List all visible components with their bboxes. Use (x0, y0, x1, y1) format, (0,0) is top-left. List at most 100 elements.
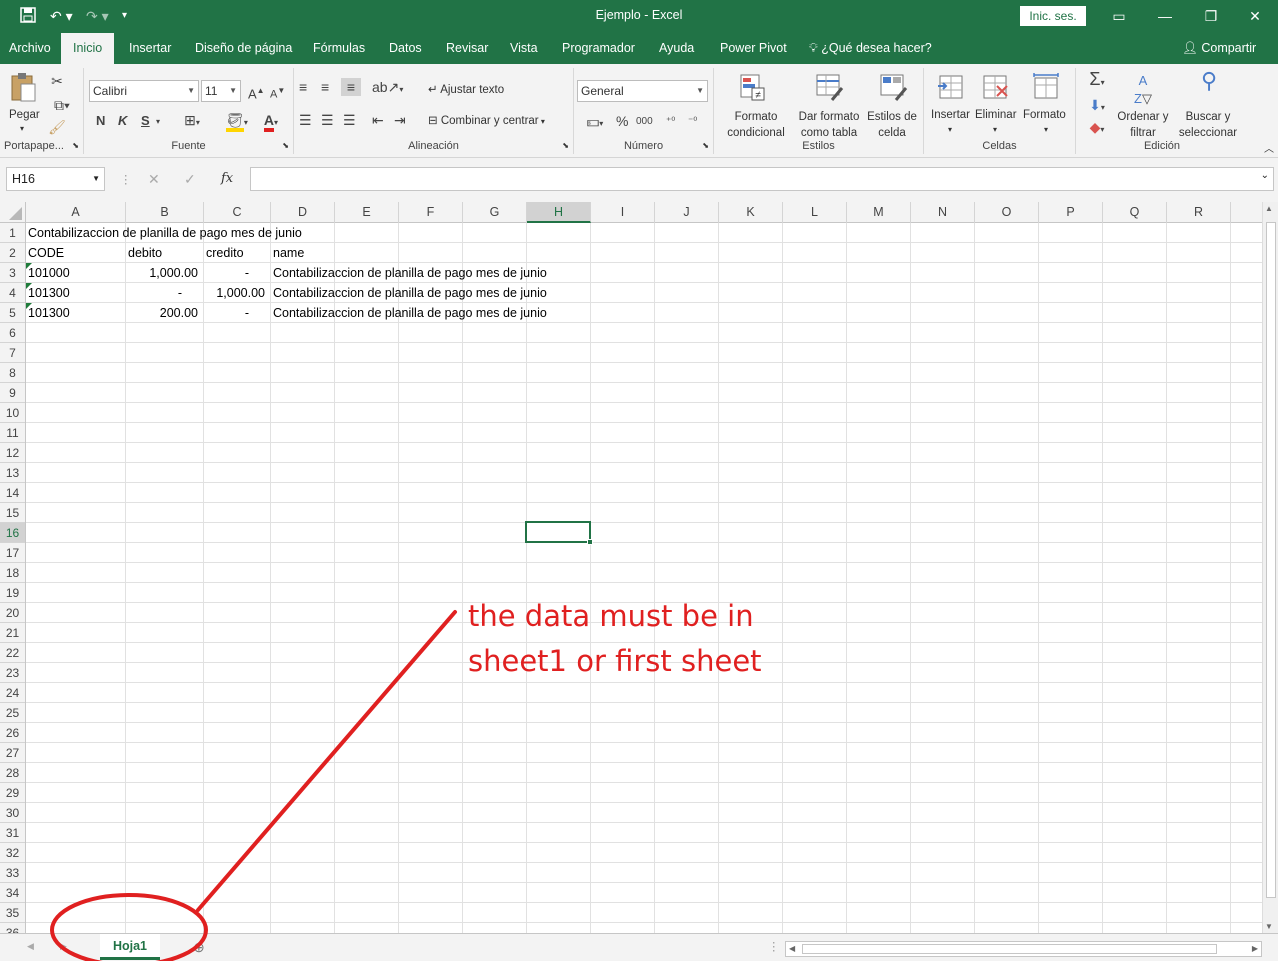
cell-a1[interactable]: Contabilizaccion de planilla de pago mes… (26, 223, 304, 243)
expand-formula-icon[interactable]: ⌄ (1261, 170, 1269, 181)
align-left-icon[interactable]: ☰ (299, 111, 312, 129)
format-cells-icon[interactable] (1031, 72, 1061, 102)
row-header-5[interactable]: 5 (0, 303, 25, 323)
row-header-35[interactable]: 35 (0, 903, 25, 923)
column-header-i[interactable]: I (591, 202, 655, 223)
align-bottom-icon[interactable]: ≡ (341, 78, 361, 96)
underline-dropdown-icon[interactable]: ▾ (156, 113, 160, 131)
row-header-3[interactable]: 3 (0, 263, 25, 283)
cell-b3[interactable]: 1,000.00 (126, 263, 204, 283)
cell-a3[interactable]: 101000 (26, 263, 72, 283)
align-middle-icon[interactable]: ≡ (321, 78, 329, 96)
row-header-11[interactable]: 11 (0, 423, 25, 443)
format-as-table-icon[interactable] (814, 72, 844, 102)
column-header-o[interactable]: O (975, 202, 1039, 223)
scroll-right-icon[interactable]: ▶ (1252, 944, 1258, 953)
cell-c4[interactable]: 1,000.00 (204, 283, 271, 303)
column-header-q[interactable]: Q (1103, 202, 1167, 223)
cell-d5[interactable]: Contabilizaccion de planilla de pago mes… (271, 303, 549, 323)
clear-icon[interactable]: ◆▾ (1082, 118, 1112, 139)
copy-icon[interactable]: ⧉▾ (48, 96, 76, 114)
find-select-button[interactable]: Buscar y seleccionar (1172, 109, 1244, 141)
column-header-j[interactable]: J (655, 202, 719, 223)
select-all-button[interactable] (0, 202, 26, 223)
cell-b4[interactable]: - (126, 283, 204, 303)
cell-styles-icon[interactable] (878, 72, 908, 102)
insert-cells-button[interactable]: Insertar (931, 109, 970, 121)
dialog-launcher-icon[interactable]: ⬊ (702, 141, 709, 150)
row-header-4[interactable]: 4 (0, 283, 25, 303)
italic-button[interactable]: K (118, 112, 127, 130)
increase-font-icon[interactable]: A▲ (248, 82, 265, 103)
ribbon-display-icon[interactable]: ▭ (1096, 0, 1142, 33)
delete-cells-button[interactable]: Eliminar (975, 109, 1017, 121)
row-header-29[interactable]: 29 (0, 783, 25, 803)
row-header-22[interactable]: 22 (0, 643, 25, 663)
formula-input[interactable]: ⌄ (250, 167, 1274, 191)
row-header-15[interactable]: 15 (0, 503, 25, 523)
horizontal-scrollbar[interactable]: ◀ ▶ (785, 941, 1262, 957)
active-cell-h16[interactable] (525, 521, 591, 543)
scroll-left-icon[interactable]: ◀ (789, 944, 795, 953)
cell-a2[interactable]: CODE (26, 243, 66, 263)
new-sheet-icon[interactable]: ⊕ (193, 939, 205, 956)
worksheet-grid[interactable]: Contabilizaccion de planilla de pago mes… (26, 223, 1262, 933)
delete-cells-icon[interactable] (980, 72, 1010, 102)
row-header-14[interactable]: 14 (0, 483, 25, 503)
vertical-scrollbar[interactable]: ▲ ▼ (1262, 202, 1278, 933)
align-top-icon[interactable]: ≡ (299, 78, 307, 96)
thousands-icon[interactable]: 000 (636, 113, 653, 131)
row-header-18[interactable]: 18 (0, 563, 25, 583)
format-painter-icon[interactable]: 🖌︎ (48, 118, 66, 136)
tab-diseno-pagina[interactable]: Diseño de página (195, 33, 292, 64)
merge-center-button[interactable]: ⊟ Combinar y centrar ▾ (428, 113, 545, 127)
column-header-c[interactable]: C (204, 202, 271, 223)
scroll-up-icon[interactable]: ▲ (1265, 204, 1273, 213)
dialog-launcher-icon[interactable]: ⬊ (282, 141, 289, 150)
column-header-m[interactable]: M (847, 202, 911, 223)
decrease-decimal-icon[interactable]: ⁻⁰ (688, 113, 697, 131)
row-header-30[interactable]: 30 (0, 803, 25, 823)
column-header-a[interactable]: A (26, 202, 126, 223)
column-header-b[interactable]: B (126, 202, 204, 223)
font-color-icon[interactable]: A▾ (256, 111, 286, 132)
cell-a5[interactable]: 101300 (26, 303, 72, 323)
row-header-34[interactable]: 34 (0, 883, 25, 903)
cell-c5[interactable]: - (204, 303, 271, 323)
row-header-26[interactable]: 26 (0, 723, 25, 743)
horizontal-scroll-thumb[interactable] (802, 944, 1217, 954)
cell-d3[interactable]: Contabilizaccion de planilla de pago mes… (271, 263, 549, 283)
orientation-icon[interactable]: ab↗▾ (372, 78, 403, 99)
insert-function-icon[interactable]: fx (221, 171, 233, 186)
row-header-1[interactable]: 1 (0, 223, 25, 243)
tab-formulas[interactable]: Fórmulas (313, 33, 365, 64)
tab-revisar[interactable]: Revisar (446, 33, 488, 64)
vertical-scroll-thumb[interactable] (1266, 222, 1276, 898)
paste-dropdown-icon[interactable]: ▾ (20, 124, 24, 133)
row-header-27[interactable]: 27 (0, 743, 25, 763)
currency-icon[interactable]: 💵︎▾ (580, 112, 610, 133)
conditional-format-button[interactable]: Formato condicional (718, 109, 794, 141)
tab-power-pivot[interactable]: Power Pivot (720, 33, 787, 64)
cell-d2[interactable]: name (271, 243, 306, 263)
tab-archivo[interactable]: Archivo (9, 33, 51, 64)
row-header-23[interactable]: 23 (0, 663, 25, 683)
fill-icon[interactable]: ⬇▾ (1082, 96, 1112, 117)
chevron-down-icon[interactable]: ▾ (1044, 125, 1048, 134)
restore-icon[interactable]: ❐ (1188, 0, 1234, 33)
chevron-down-icon[interactable]: ▾ (948, 125, 952, 134)
increase-indent-icon[interactable]: ⇥ (394, 111, 406, 129)
row-header-7[interactable]: 7 (0, 343, 25, 363)
font-size-select[interactable]: 11 ▼ (201, 80, 241, 102)
column-header-g[interactable]: G (463, 202, 527, 223)
tab-insertar[interactable]: Insertar (129, 33, 171, 64)
prev-sheet-icon[interactable]: ◀ (27, 941, 34, 952)
row-header-19[interactable]: 19 (0, 583, 25, 603)
row-header-2[interactable]: 2 (0, 243, 25, 263)
underline-button[interactable]: S (141, 112, 150, 130)
format-cells-button[interactable]: Formato (1023, 109, 1066, 121)
row-header-6[interactable]: 6 (0, 323, 25, 343)
row-header-24[interactable]: 24 (0, 683, 25, 703)
align-right-icon[interactable]: ☰ (343, 111, 356, 129)
cell-b5[interactable]: 200.00 (126, 303, 204, 323)
